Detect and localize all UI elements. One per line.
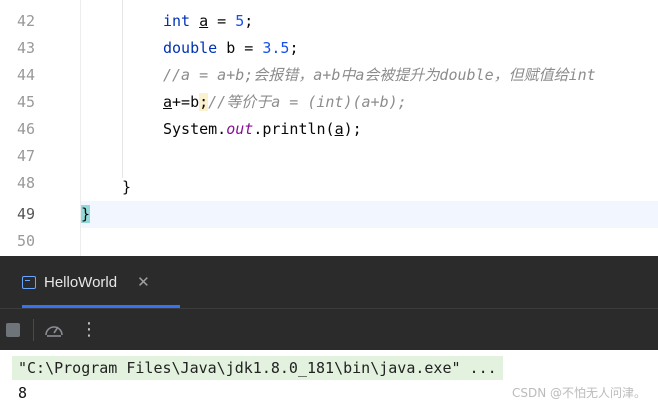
variable: a — [199, 12, 209, 30]
keyword: double — [163, 39, 218, 57]
tab-helloworld[interactable]: HelloWorld ✕ — [22, 256, 154, 308]
indent-guide — [122, 0, 123, 178]
comment: //a = a+b;会报错，a+b中a会被提升为double，但赋值给int — [163, 66, 596, 84]
line-number: 42 — [16, 12, 35, 30]
variable: a — [334, 120, 344, 138]
code-text: .println( — [253, 120, 335, 138]
close-icon[interactable]: ✕ — [137, 273, 150, 291]
code-line-43[interactable]: double b = 3.5; — [163, 35, 298, 62]
code-line-44[interactable]: //a = a+b;会报错，a+b中a会被提升为double，但赋值给int — [163, 62, 596, 89]
variable: a — [163, 93, 173, 111]
keyword: int — [163, 12, 191, 30]
number-literal: 5 — [235, 12, 245, 30]
line-number: 48 — [16, 174, 35, 192]
code-text: ; — [289, 39, 299, 57]
closing-brace: } — [122, 178, 132, 196]
gutter-line: 47 — [0, 143, 78, 170]
gutter-line: 43 — [0, 35, 78, 62]
code-line-48[interactable]: } — [122, 174, 131, 201]
gutter-line: 42 — [0, 8, 78, 35]
line-number: 49 — [16, 205, 35, 223]
matched-brace: } — [81, 205, 91, 223]
current-line-highlight — [80, 201, 658, 228]
code-editor[interactable]: 42 43 44 45 46 47 48 49 50 int a = 5; do… — [0, 0, 658, 256]
code-text: +=b — [172, 93, 200, 111]
code-text: = — [208, 12, 236, 30]
comment: //等价于a = (int)(a+b); — [208, 93, 407, 111]
code-text: System. — [163, 120, 227, 138]
gutter-line: 45 — [0, 89, 78, 116]
code-text: ); — [343, 120, 362, 138]
number-literal: 3.5 — [262, 39, 290, 57]
code-line-49[interactable]: } — [81, 201, 91, 228]
line-number: 43 — [16, 39, 35, 57]
gutter-line: 46 — [0, 116, 78, 143]
console-icon — [22, 275, 36, 289]
more-options-icon[interactable]: ⋮ — [80, 318, 98, 342]
gutter-line: 50 — [0, 228, 78, 255]
console-output[interactable]: "C:\Program Files\Java\jdk1.8.0_181\bin\… — [0, 350, 658, 407]
static-field: out — [226, 120, 254, 138]
gutter-line: 49 — [0, 201, 78, 228]
line-number: 44 — [16, 66, 35, 84]
line-number: 47 — [16, 147, 35, 165]
run-tab-bar: HelloWorld ✕ — [0, 256, 658, 308]
line-number: 46 — [16, 120, 35, 138]
caret-position: ; — [199, 93, 209, 111]
run-toolbar: ⋮ — [0, 308, 658, 350]
code-text: b = — [217, 39, 263, 57]
run-command-line[interactable]: "C:\Program Files\Java\jdk1.8.0_181\bin\… — [12, 356, 503, 380]
code-text: ; — [244, 12, 254, 30]
line-number: 45 — [16, 93, 35, 111]
gutter-line: 44 — [0, 62, 78, 89]
gutter-line: 48 — [0, 170, 78, 197]
program-output: 8 — [18, 384, 28, 402]
code-line-42[interactable]: int a = 5; — [163, 8, 253, 35]
run-tool-window: HelloWorld ✕ ⋮ "C:\Program Files\Java\jd… — [0, 256, 658, 407]
stop-button[interactable] — [6, 323, 20, 337]
watermark: CSDN @不怕无人问津。 — [511, 386, 646, 400]
line-number: 50 — [16, 232, 35, 250]
toolbar-separator — [33, 319, 34, 341]
code-line-46[interactable]: System.out.println(a); — [163, 116, 362, 143]
tab-label: HelloWorld — [44, 273, 118, 291]
profiler-gauge-icon[interactable] — [44, 321, 64, 339]
code-line-45[interactable]: a+=b;//等价于a = (int)(a+b); — [163, 89, 407, 116]
